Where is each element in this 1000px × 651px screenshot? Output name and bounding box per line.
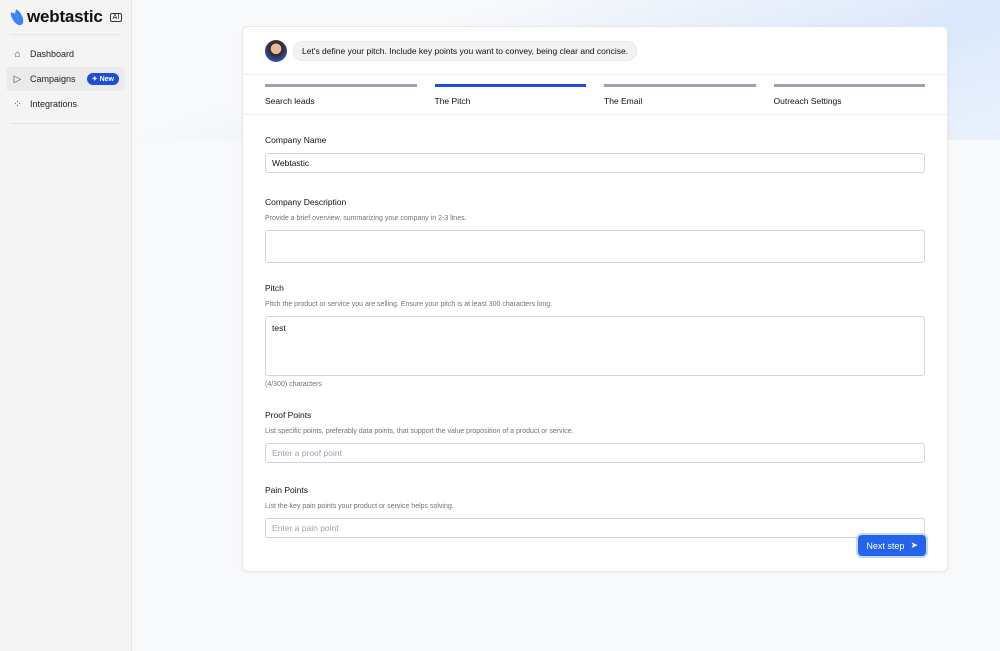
pain-points-help: List the key pain points your product or…: [265, 503, 454, 510]
next-step-button[interactable]: Next step ➤: [858, 535, 926, 556]
brand-name: webtastic: [27, 7, 103, 26]
assistant-avatar: [265, 39, 287, 62]
sidebar-item-integrations[interactable]: ⁘ Integrations: [6, 92, 125, 116]
ai-tag: AI: [109, 12, 123, 22]
proof-point-input[interactable]: Enter a proof point: [265, 443, 925, 463]
sidebar-item-dashboard[interactable]: ⌂ Dashboard: [6, 42, 125, 66]
stepper: Search leads The Pitch The Email Outreac…: [243, 75, 947, 115]
sidebar-item-label: Campaigns: [30, 74, 76, 84]
placeholder: Enter a proof point: [272, 448, 342, 458]
pain-point-input[interactable]: Enter a pain point: [265, 518, 925, 538]
pitch-textarea[interactable]: test: [265, 316, 925, 376]
proof-points-help: List specific points, preferably data po…: [265, 428, 574, 435]
logo[interactable]: webtastic AI: [0, 0, 131, 34]
pitch-char-counter: (4/300) characters: [265, 381, 322, 388]
step-the-pitch[interactable]: The Pitch: [434, 84, 586, 114]
sidebar-item-label: Integrations: [30, 99, 78, 109]
step-outreach-settings[interactable]: Outreach Settings: [773, 84, 925, 114]
integrations-icon: ⁘: [13, 98, 22, 110]
new-badge: ✦ New: [86, 73, 119, 85]
step-the-email[interactable]: The Email: [604, 84, 756, 114]
logo-icon: [8, 6, 26, 28]
company-description-label: Company Description: [265, 197, 347, 207]
company-name-label: Company Name: [265, 135, 327, 145]
pitch-card: Let's define your pitch. Include key poi…: [242, 26, 948, 572]
proof-points-label: Proof Points: [265, 410, 312, 420]
send-icon: ▷: [13, 73, 22, 85]
assistant-message: Let's define your pitch. Include key poi…: [293, 40, 638, 61]
company-name-input[interactable]: Webtastic: [265, 153, 925, 173]
sidebar-item-campaigns[interactable]: ▷ Campaigns ✦ New: [6, 67, 125, 91]
pain-points-label: Pain Points: [265, 485, 308, 495]
company-description-textarea[interactable]: [265, 230, 925, 263]
send-icon: ➤: [910, 540, 918, 550]
home-icon: ⌂: [14, 48, 21, 60]
next-step-label: Next step: [866, 540, 905, 551]
sidebar: webtastic AI ⌂ Dashboard ▷ Campaigns ✦ New …: [0, 0, 132, 651]
pitch-label: Pitch: [265, 283, 284, 293]
badge-label: New: [99, 76, 114, 83]
company-description-help: Provide a brief overview, summarizing yo…: [265, 215, 467, 222]
pitch-help: Pitch the product or service you are sel…: [265, 301, 553, 308]
placeholder: Enter a pain point: [272, 523, 339, 533]
step-search-leads[interactable]: Search leads: [265, 84, 417, 114]
divider: [10, 123, 121, 124]
sidebar-item-label: Dashboard: [30, 49, 75, 59]
